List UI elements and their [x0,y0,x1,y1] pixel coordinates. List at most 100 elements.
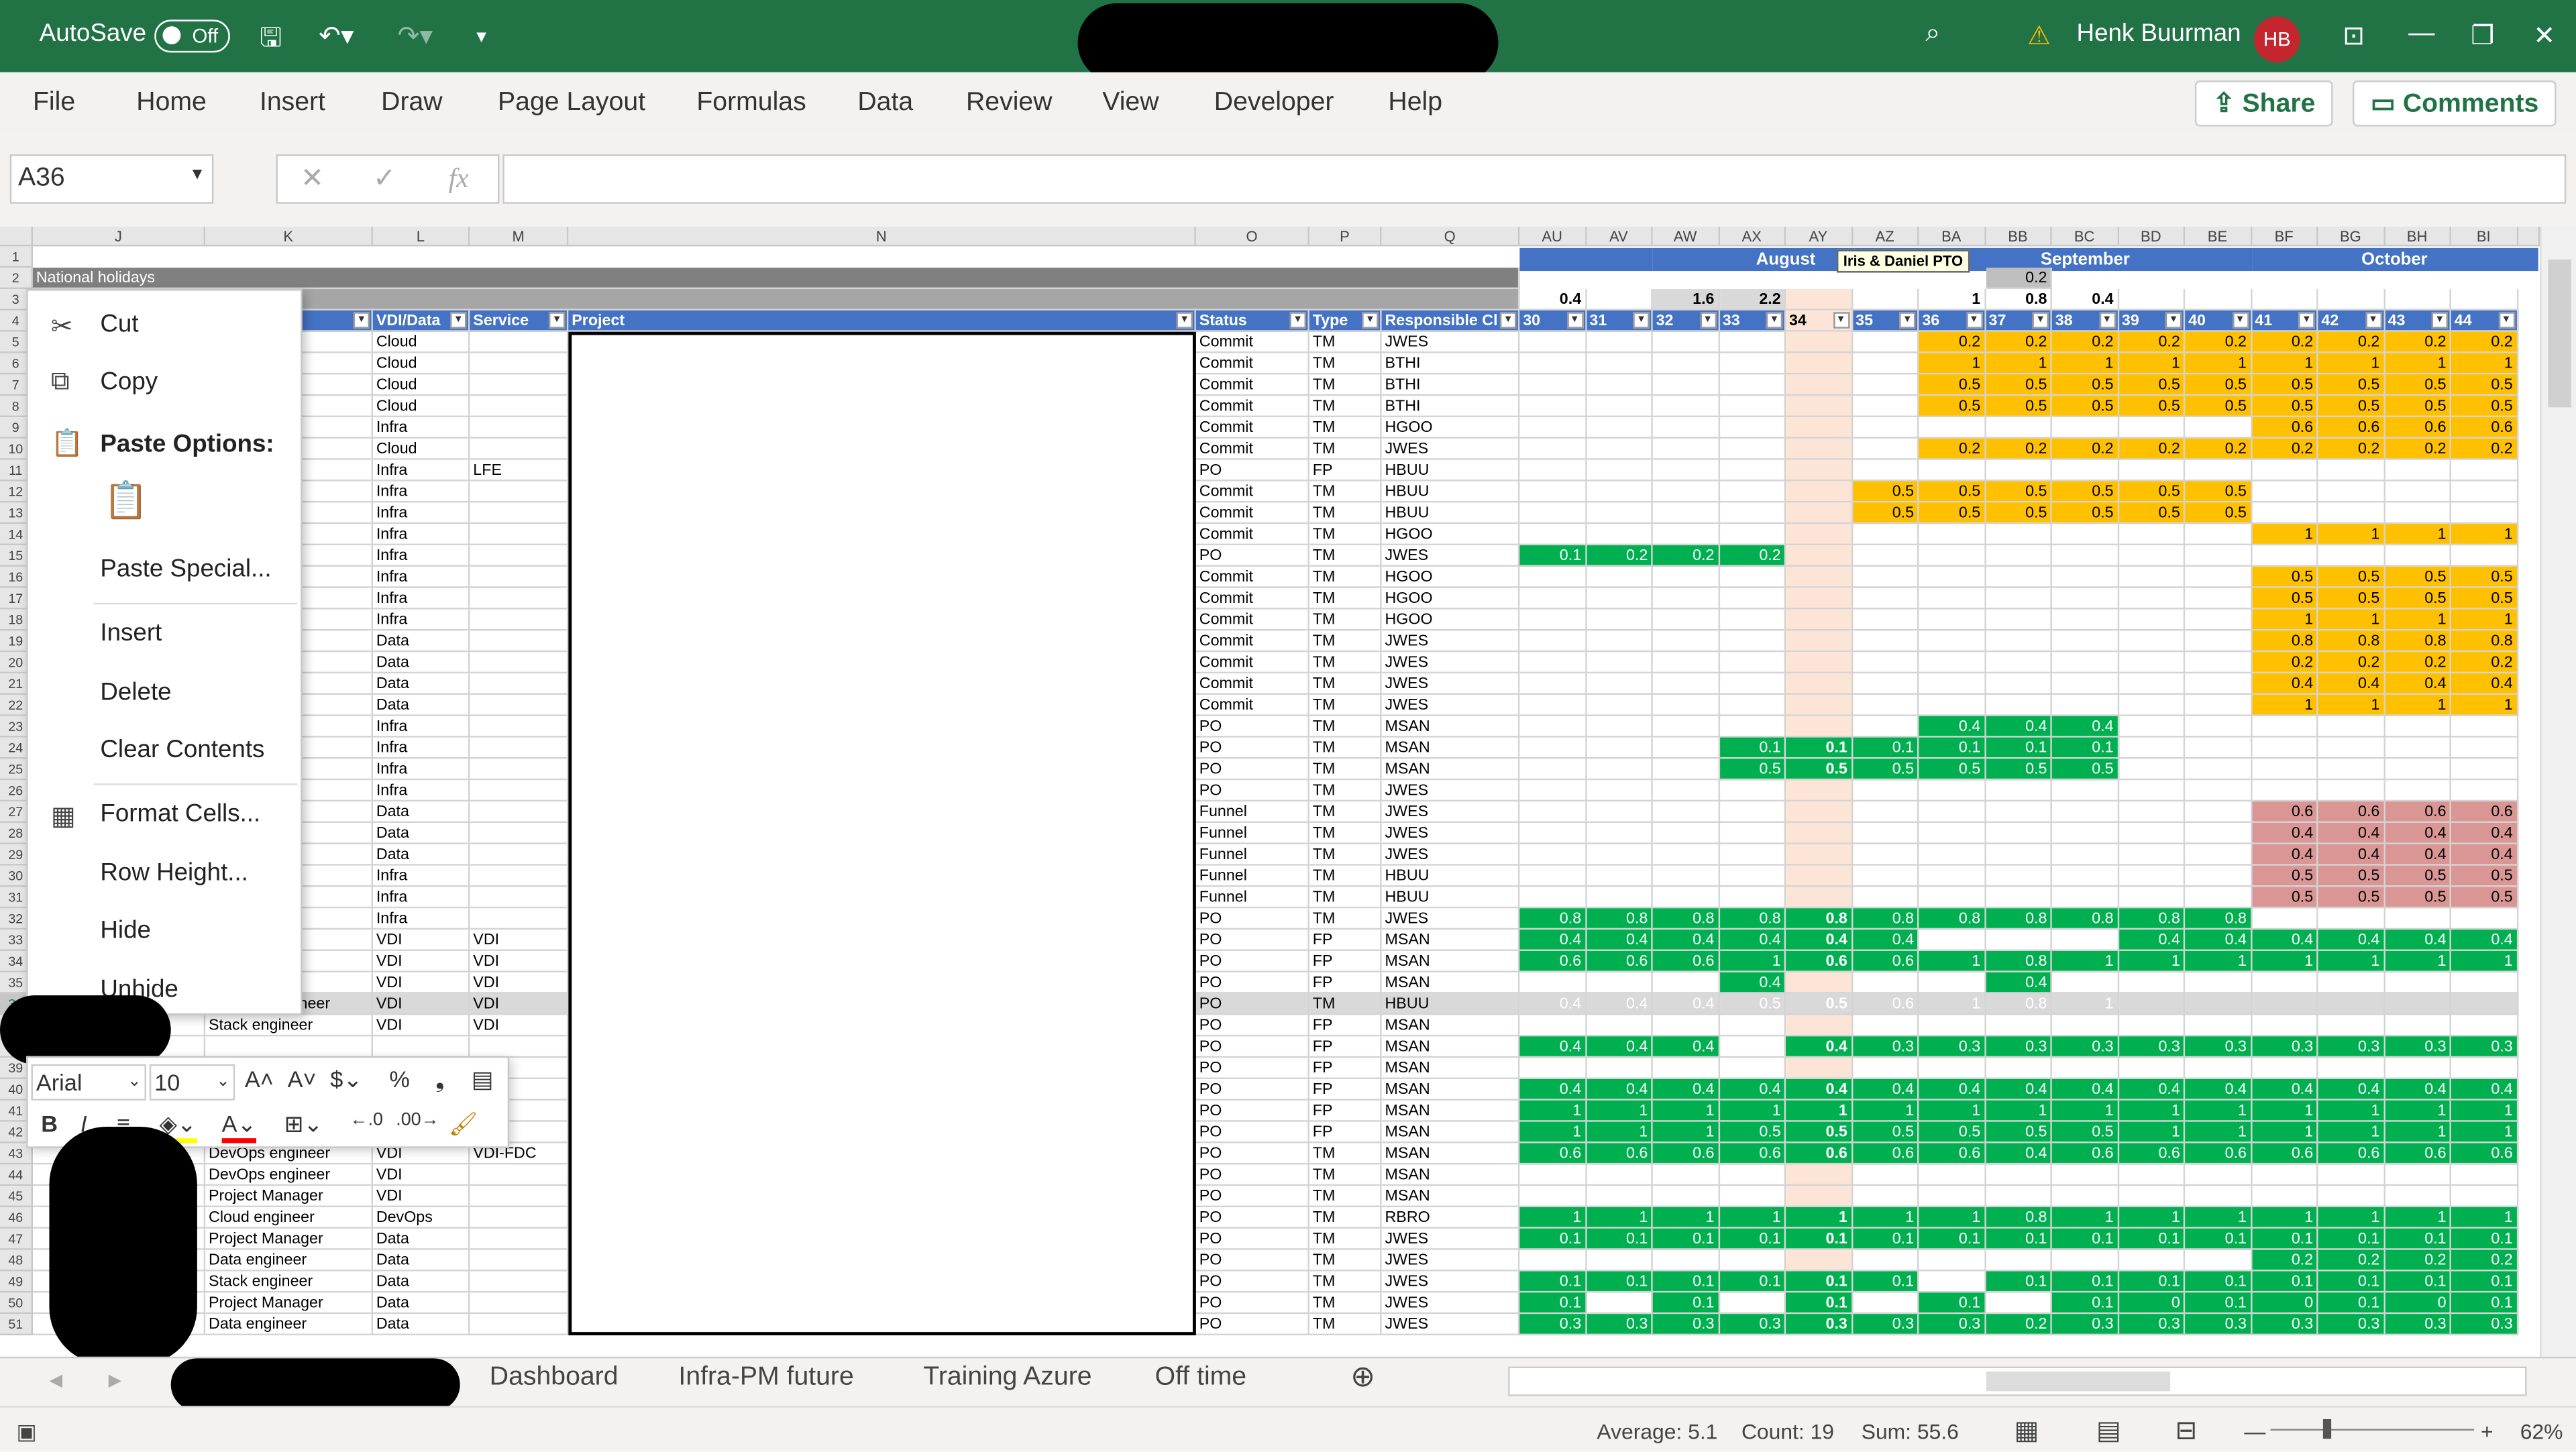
allocation-cell[interactable] [1652,780,1719,802]
cell-type[interactable]: TM [1309,673,1382,695]
scrollbar-thumb[interactable] [1986,1371,2171,1392]
cell-service[interactable] [470,545,569,567]
allocation-cell[interactable] [2051,801,2118,823]
allocation-cell[interactable] [2384,1015,2451,1037]
cell-vdi-data[interactable]: VDI [372,993,470,1015]
allocation-cell[interactable]: 0.5 [2318,588,2385,610]
allocation-cell[interactable] [2185,609,2252,631]
cell-vdi-data[interactable]: Infra [372,417,470,439]
cell-status[interactable]: Commit [1195,588,1309,610]
allocation-cell[interactable]: 0.6 [1519,1143,1587,1165]
allocation-cell[interactable] [1719,481,1786,503]
increase-font-icon[interactable]: A˄ [245,1066,274,1092]
allocation-cell[interactable]: 0.8 [2185,908,2252,930]
allocation-cell[interactable] [1719,1058,1786,1079]
undo-icon[interactable]: ↶▾ [319,19,354,52]
allocation-cell[interactable] [1985,524,2052,546]
allocation-cell[interactable] [1519,609,1587,631]
horizontal-scrollbar[interactable] [1508,1366,2527,1396]
allocation-cell[interactable] [2118,716,2186,738]
filter-dropdown-icon[interactable]: ▼ [2365,312,2381,329]
allocation-cell[interactable]: 1 [2185,353,2252,375]
cell-service[interactable] [470,1036,569,1058]
column-header[interactable]: BC [2051,226,2118,247]
allocation-cell[interactable]: 0.5 [2384,887,2451,909]
cell-status[interactable]: Commit [1195,694,1309,716]
allocation-cell[interactable]: 0.6 [2251,801,2318,823]
allocation-cell[interactable] [1719,801,1786,823]
column-header[interactable]: P [1309,226,1382,247]
allocation-cell[interactable]: 0.4 [2384,930,2451,951]
allocation-cell[interactable]: 0.1 [1985,1228,2052,1250]
scrollbar-thumb[interactable] [2548,259,2571,408]
cell-responsible[interactable]: JWES [1381,652,1520,674]
allocation-cell[interactable]: 0.4 [2451,844,2518,866]
allocation-cell[interactable]: 0.1 [2384,1228,2451,1250]
allocation-cell[interactable]: 0.2 [2118,438,2186,460]
allocation-cell[interactable]: 0.3 [2451,1314,2518,1336]
allocation-cell[interactable]: 1 [2251,524,2318,546]
cell-role[interactable]: Project Manager [205,1228,373,1250]
allocation-cell[interactable]: 1 [2185,1100,2252,1122]
cell-service[interactable] [470,417,569,439]
allocation-cell[interactable] [1586,1249,1653,1272]
allocation-cell[interactable] [2318,459,2385,482]
cell-vdi-data[interactable]: Infra [372,887,470,909]
cell-type[interactable]: TM [1309,545,1382,567]
column-header[interactable]: J [32,226,206,247]
allocation-cell[interactable]: 1 [1786,1207,1853,1229]
cell-type[interactable]: TM [1309,1207,1382,1229]
allocation-cell[interactable] [2051,1058,2118,1079]
allocation-cell[interactable] [1519,1249,1587,1272]
allocation-cell[interactable] [1786,459,1853,482]
allocation-cell[interactable] [1919,1271,1986,1293]
chevron-down-icon[interactable]: ▼ [189,166,205,184]
allocation-cell[interactable] [1852,630,1919,653]
filter-dropdown-icon[interactable]: ▼ [450,312,467,329]
allocation-cell[interactable] [1586,1292,1653,1315]
allocation-cell[interactable]: 0.1 [2185,1228,2252,1250]
customize-qat-icon[interactable]: ▾ [476,25,486,48]
menu-item-format-cells[interactable]: Format Cells... [100,800,260,828]
project-column-area[interactable] [568,331,1196,1336]
allocation-cell[interactable]: 1 [2451,1121,2518,1143]
allocation-cell[interactable] [2185,524,2252,546]
allocation-cell[interactable] [2051,566,2118,588]
allocation-cell[interactable]: 0.1 [2118,1271,2186,1293]
allocation-cell[interactable] [1852,545,1919,567]
row-header[interactable]: 45 [0,1186,33,1208]
allocation-cell[interactable]: 1 [2251,1100,2318,1122]
cell-responsible[interactable]: JWES [1381,1228,1520,1250]
allocation-cell[interactable]: 0 [2251,1292,2318,1315]
allocation-cell[interactable]: 0.8 [2451,630,2518,653]
allocation-cell[interactable] [2384,716,2451,738]
zoom-out-icon[interactable]: — [2244,1419,2265,1444]
cell-responsible[interactable]: MSAN [1381,1078,1520,1101]
allocation-cell[interactable]: 0.1 [1919,1228,1986,1250]
avatar[interactable]: HB [2254,16,2300,63]
allocation-cell[interactable] [2185,1058,2252,1079]
allocation-cell[interactable] [2185,694,2252,716]
cell-responsible[interactable]: JWES [1381,1249,1520,1272]
allocation-cell[interactable] [1586,801,1653,823]
allocation-cell[interactable] [2118,694,2186,716]
cell-responsible[interactable]: MSAN [1381,1015,1520,1037]
allocation-cell[interactable]: 0.3 [1919,1314,1986,1336]
bold-icon[interactable]: B [41,1111,58,1137]
cell-status[interactable]: Commit [1195,502,1309,524]
allocation-cell[interactable]: 0.4 [1519,930,1587,951]
cell-status[interactable]: PO [1195,716,1309,738]
allocation-cell[interactable]: 0.2 [2118,331,2186,353]
allocation-cell[interactable]: 0.4 [2451,1078,2518,1101]
allocation-cell[interactable]: 1 [2185,1207,2252,1229]
tab-scroll-left-icon[interactable]: ◂ [49,1363,62,1396]
week-total-cell[interactable] [1852,289,1919,311]
allocation-cell[interactable]: 0.5 [1919,481,1986,503]
cell-status[interactable]: PO [1195,1015,1309,1037]
allocation-cell[interactable] [2118,780,2186,802]
allocation-cell[interactable]: 0.6 [2318,1143,2385,1165]
allocation-cell[interactable] [2118,417,2186,439]
enter-icon[interactable]: ✓ [373,162,396,195]
allocation-cell[interactable]: 0.8 [1985,908,2052,930]
cell-status[interactable]: Commit [1195,609,1309,631]
